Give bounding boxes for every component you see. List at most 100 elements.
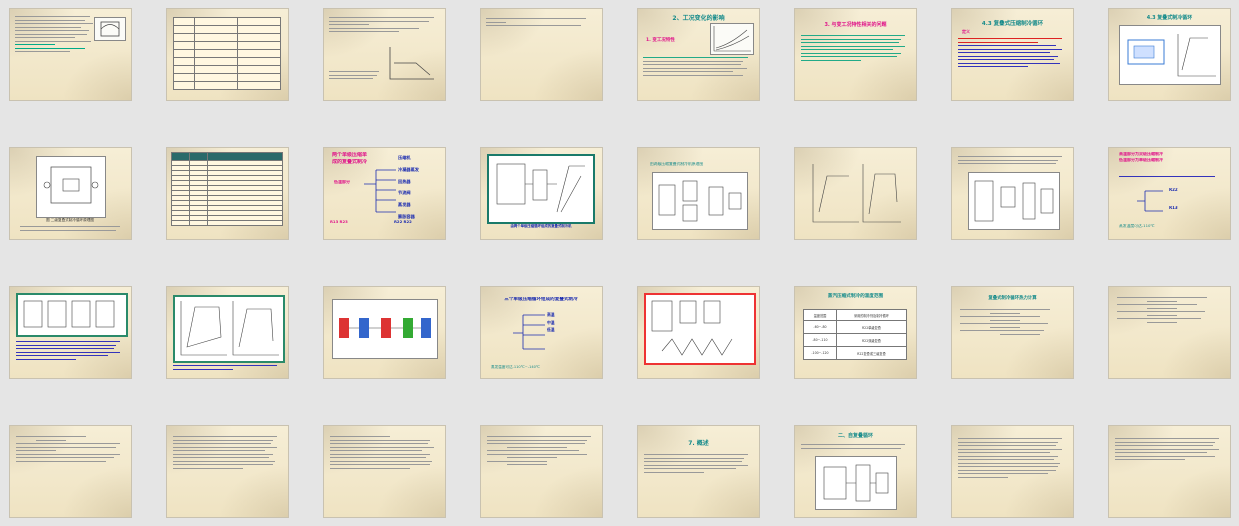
- chart-figure: [386, 43, 438, 83]
- slide-body-text: [801, 442, 909, 451]
- slide-body-text: [329, 15, 439, 35]
- slide-body-text: [958, 36, 1066, 70]
- diagram-figure: [815, 456, 897, 510]
- slide-subtitle: 1. 变工况特性: [646, 38, 675, 43]
- component-item: 压缩机: [398, 155, 411, 160]
- figure-caption: 图 二级复叠式制冷循环原理图: [46, 218, 94, 222]
- slide-body-text: [958, 436, 1066, 480]
- slide-body-text: [486, 16, 596, 29]
- table-row: -80~-110 R22双级复叠: [803, 333, 908, 347]
- diagram-figure: [652, 172, 748, 230]
- stage-item: 中温: [547, 319, 555, 325]
- component-item: 节流阀: [398, 190, 411, 196]
- slide-thumbnail-26[interactable]: [167, 426, 288, 517]
- slide-thumbnail-31[interactable]: [952, 426, 1073, 517]
- refrigerant-label-high: R22 R22: [394, 220, 412, 224]
- slide-thumbnail-7[interactable]: 4.3 复叠式压缩制冷循环 定义: [952, 9, 1073, 100]
- slide-thumbnail-16[interactable]: 高温部分为双级压缩制冷 低温部分为单级压缩制冷 R22 R13 蒸发温度可达-1…: [1109, 148, 1230, 239]
- slide-thumbnail-2[interactable]: [167, 9, 288, 100]
- slide-thumbnail-32[interactable]: [1109, 426, 1230, 517]
- slide-sorter-window: { "view": "slide-sorter", "slides": [ {"…: [0, 0, 1239, 526]
- bracket-connector: [511, 309, 547, 357]
- refrigerant-item: R13: [1169, 206, 1178, 210]
- slide-title: 由两级压缩复叠式制冷机原理图: [650, 162, 704, 166]
- slide-thumbnail-6[interactable]: 3. 与变工况特性相关的问题: [795, 9, 916, 100]
- stage-item: 高温: [547, 312, 555, 317]
- table-header: 采用的制冷剂及制冷循环: [835, 309, 908, 321]
- diagram-figure: [16, 293, 128, 337]
- component-item: 冷凝器蒸发: [398, 166, 419, 172]
- slide-thumbnail-25[interactable]: [10, 426, 131, 517]
- slide-body-text: [16, 434, 124, 464]
- data-table: [171, 152, 283, 226]
- slide-title: 3. 与变工况特性相关的问题: [824, 22, 887, 28]
- component-item: 回热器: [398, 178, 411, 184]
- slide-body-text: [487, 434, 595, 468]
- slide-body-text: [958, 154, 1066, 167]
- chart-figure: [809, 162, 903, 226]
- slide-thumbnail-9[interactable]: 图 二级复叠式制冷循环原理图: [10, 148, 131, 239]
- diagram-figure: [644, 293, 756, 365]
- slide-body-text: [15, 14, 95, 89]
- slide-thumbnail-23[interactable]: 复叠式制冷循环热力计算: [952, 287, 1073, 378]
- slide-thumbnail-17[interactable]: [10, 287, 131, 378]
- slide-thumbnail-21[interactable]: [638, 287, 759, 378]
- slide-body-text: [960, 307, 1064, 337]
- slide-thumbnail-24[interactable]: [1109, 287, 1230, 378]
- slide-body-text: [20, 224, 120, 233]
- slide-thumbnail-18[interactable]: [167, 287, 288, 378]
- slide-body-text: [329, 69, 384, 82]
- table-header: 温度范围: [803, 309, 837, 321]
- slide-body-text: [1117, 295, 1221, 325]
- slide-thumbnail-22[interactable]: 蒸汽压缩式制冷的温度范围 温度范围 采用的制冷剂及制冷循环 -60~-80 R2…: [795, 287, 916, 378]
- figure-caption: 由两个单级压缩循环组成的复叠式制冷机: [510, 224, 572, 228]
- diagram-figure: [332, 299, 438, 359]
- slide-title: 7. 概述: [688, 440, 709, 447]
- slide-body-text: [330, 434, 438, 471]
- diagram-figure: [36, 156, 106, 218]
- slide-thumbnail-14[interactable]: [795, 148, 916, 239]
- slide-thumbnail-27[interactable]: [324, 426, 445, 517]
- slide-thumbnail-12[interactable]: 由两个单级压缩循环组成的复叠式制冷机: [481, 148, 602, 239]
- slide-title-line2: 成的复叠式制冷: [332, 159, 368, 165]
- slide-body-text: [173, 363, 281, 372]
- slide-line: 低温部分为单级压缩制冷: [1119, 158, 1163, 162]
- slide-thumbnail-20[interactable]: 三个单级压缩循环组成的复叠式制冷 高温 中温 低温 蒸发温度可达-110℃~-1…: [481, 287, 602, 378]
- component-list: 压缩机 冷凝器蒸发 回热器 节流阀 蒸发器 膨胀容器: [398, 152, 442, 223]
- slide-thumbnail-3[interactable]: [324, 9, 445, 100]
- chart-figure: [173, 295, 285, 363]
- slide-thumbnail-4[interactable]: [481, 9, 602, 100]
- slide-body-text: [801, 33, 909, 63]
- slide-footer: 蒸发温度可达-110℃~-140℃: [491, 365, 540, 369]
- slide-thumbnail-19[interactable]: [324, 287, 445, 378]
- refrigerant-label-low: R13 R23: [330, 220, 348, 224]
- diagram-figure: [94, 17, 126, 41]
- slide-title: 复叠式制冷循环热力计算: [988, 296, 1037, 301]
- diagram-figure: [487, 154, 595, 224]
- data-table: [172, 17, 281, 90]
- slide-thumbnail-13[interactable]: 由两级压缩复叠式制冷机原理图: [638, 148, 759, 239]
- slide-thumbnail-28[interactable]: [481, 426, 602, 517]
- diagram-figure: [968, 172, 1060, 230]
- slide-thumbnail-15[interactable]: [952, 148, 1073, 239]
- slide-title: 两个单级压缩单: [332, 152, 368, 158]
- slide-line: 高温部分为双级压缩制冷: [1119, 152, 1163, 156]
- slide-thumbnail-10[interactable]: [167, 148, 288, 239]
- slide-thumbnail-5[interactable]: 2、工况变化的影响 1. 变工况特性: [638, 9, 759, 100]
- slide-thumbnail-29[interactable]: 7. 概述: [638, 426, 759, 517]
- bracket-connector: [1135, 186, 1165, 216]
- slide-title: 4.3 复叠式压缩制冷循环: [981, 21, 1044, 27]
- table-row: -60~-80 R22单级复叠: [803, 320, 908, 334]
- slide-thumbnail-8[interactable]: 4.3 复叠式制冷循环: [1109, 9, 1230, 100]
- slide-thumbnail-30[interactable]: 二、自复叠循环: [795, 426, 916, 517]
- slide-thumbnail-11[interactable]: 两个单级压缩单 成的复叠式制冷 低温部分 压缩机 冷凝器蒸发 回热器 节流阀 蒸…: [324, 148, 445, 239]
- diagram-figure: [1119, 25, 1221, 85]
- slide-title: 2、工况变化的影响: [672, 15, 725, 22]
- slide-thumbnail-1[interactable]: [10, 9, 131, 100]
- slide-title: 蒸汽压缩式制冷的温度范围: [827, 294, 884, 299]
- slide-title: 二、自复叠循环: [837, 433, 873, 439]
- bracket-connector: [362, 166, 398, 216]
- component-item: 蒸发器: [398, 202, 411, 208]
- slide-grid: 2、工况变化的影响 1. 变工况特性 3. 与变工况特性相关的问题 4.3 复叠…: [0, 0, 1239, 526]
- stage-item: 低温: [547, 327, 555, 333]
